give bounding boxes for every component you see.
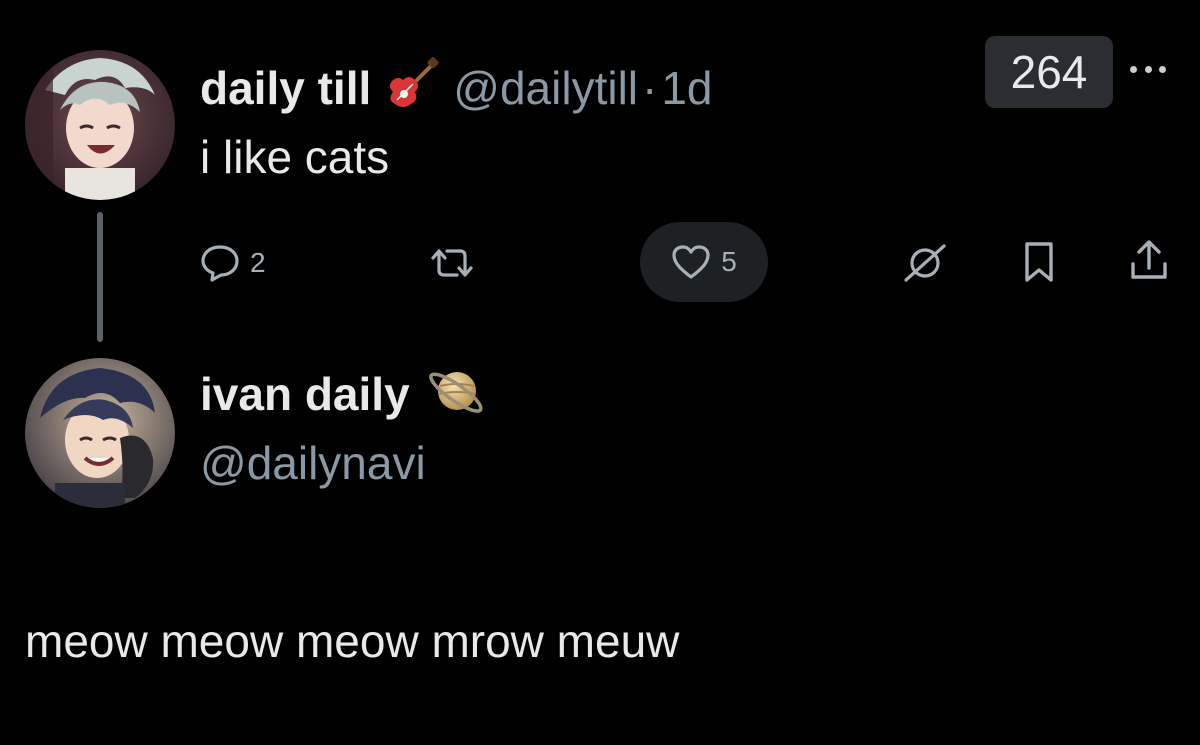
reply-author-handle[interactable]: @dailynavi: [200, 440, 426, 486]
view-count: 264: [985, 36, 1113, 108]
grok-icon: [902, 242, 948, 284]
avatar-dailynavi[interactable]: [25, 358, 175, 508]
saturn-icon: [426, 360, 488, 427]
reply-text: meow meow meow mrow meuw: [25, 615, 680, 667]
share-button[interactable]: [1128, 238, 1170, 282]
post-text: i like cats: [200, 131, 390, 183]
reply-button[interactable]: 2: [200, 244, 266, 282]
share-icon: [1128, 238, 1170, 282]
more-options-icon[interactable]: [1130, 62, 1166, 76]
bookmark-icon: [1022, 240, 1056, 284]
like-button[interactable]: 5: [640, 222, 768, 302]
author-name[interactable]: daily till: [200, 65, 371, 111]
avatar-dailytill[interactable]: [25, 50, 175, 200]
post-time[interactable]: 1d: [661, 65, 712, 111]
bookmark-button[interactable]: [1022, 240, 1056, 284]
author-handle[interactable]: @dailytill: [453, 65, 638, 111]
like-count: 5: [721, 246, 737, 277]
heart-icon: [671, 244, 711, 280]
reply-author-name[interactable]: ivan daily: [200, 371, 410, 417]
repost-button[interactable]: [427, 244, 477, 282]
guitar-icon: [383, 56, 441, 119]
repost-icon: [427, 244, 477, 282]
reply-icon: [200, 244, 240, 282]
separator: ·: [642, 61, 658, 114]
grok-button[interactable]: [902, 242, 948, 284]
thread-line: [97, 212, 103, 342]
reply-count: 2: [250, 247, 266, 278]
